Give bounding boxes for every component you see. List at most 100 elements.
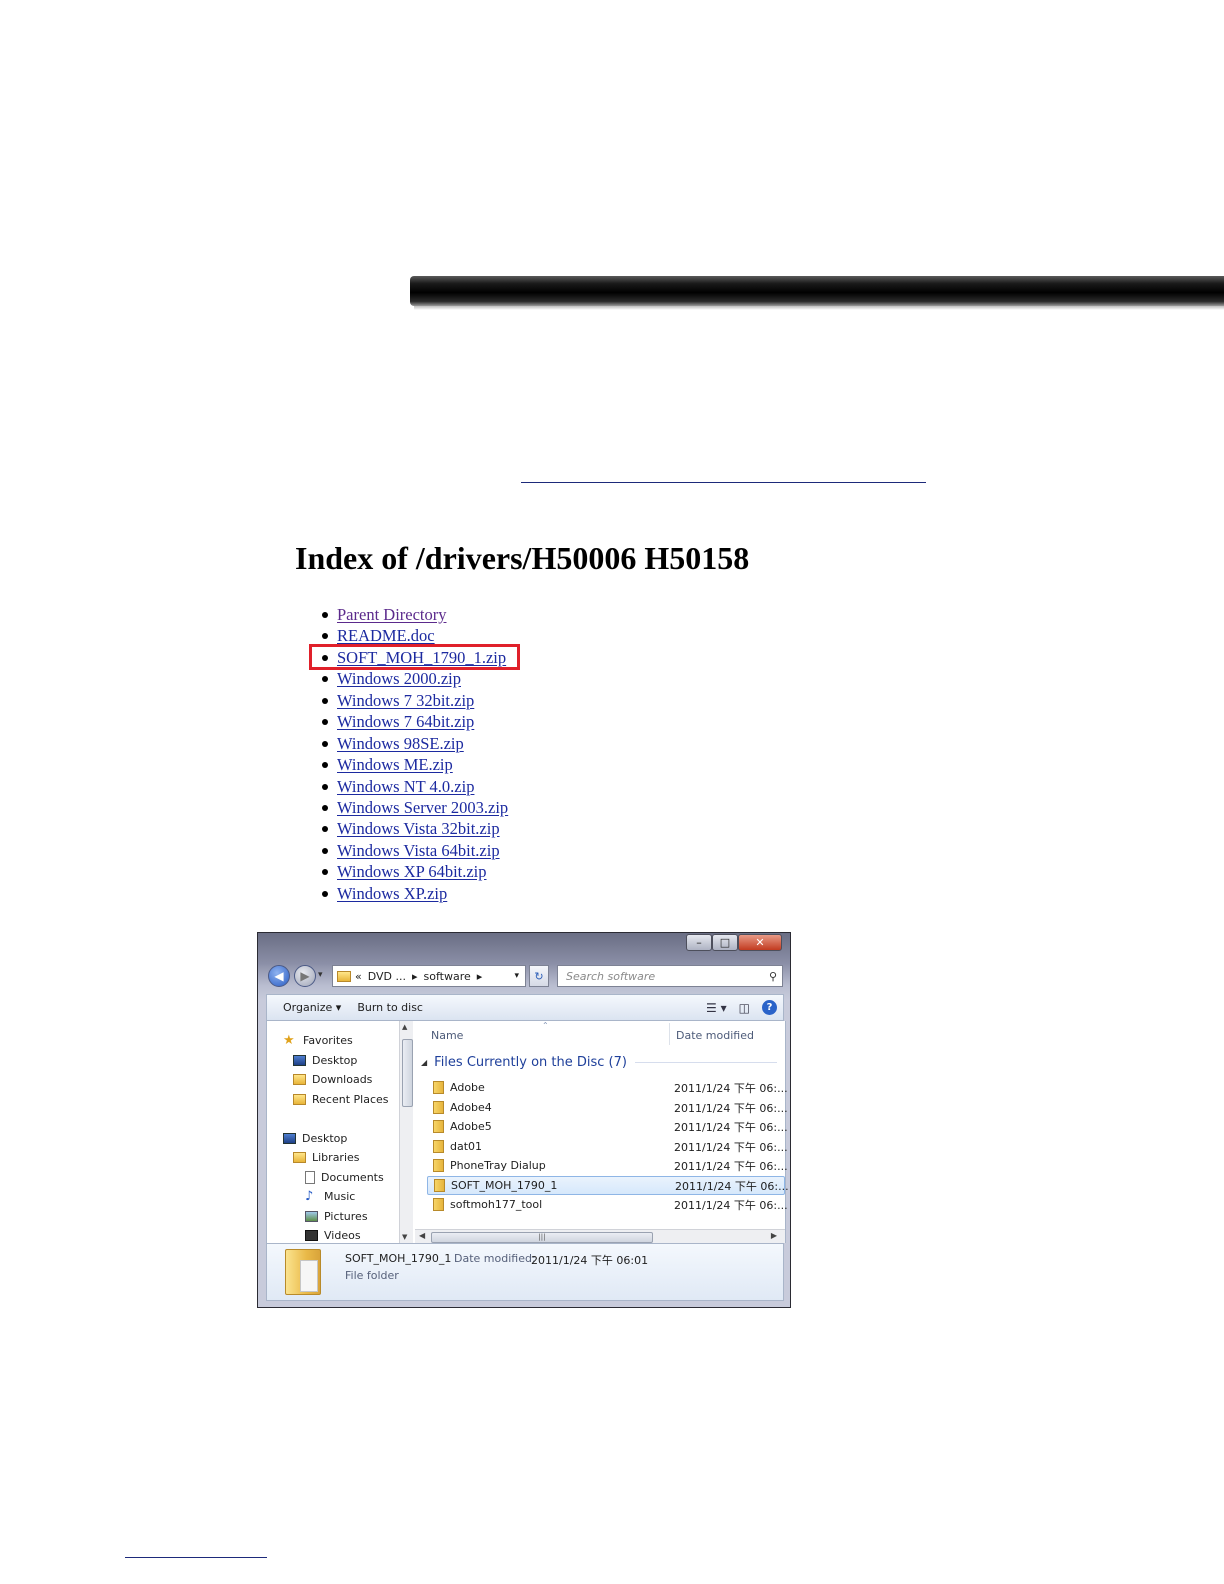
folder-icon	[433, 1101, 444, 1114]
table-row[interactable]: PhoneTray Dialup 2011/1/24 下午 06:...	[427, 1156, 788, 1175]
view-controls: ☰ ▾ ◫ ?	[706, 1000, 783, 1015]
back-button[interactable]: ◀	[268, 965, 290, 987]
details-file-type: File folder	[345, 1269, 399, 1282]
table-row[interactable]: Adobe5 2011/1/24 下午 06:...	[427, 1117, 788, 1136]
nav-label: Downloads	[312, 1073, 373, 1086]
help-icon[interactable]: ?	[762, 1000, 777, 1015]
parent-directory-link[interactable]: Parent Directory	[337, 604, 447, 625]
recent-pages-dropdown[interactable]: ▾	[318, 970, 323, 980]
minimize-button[interactable]: –	[686, 934, 712, 951]
chevron-right-icon[interactable]: ▸	[412, 970, 418, 983]
scroll-left-icon[interactable]: ◀	[419, 1231, 425, 1240]
nav-item-music[interactable]: ♪ Music	[305, 1187, 355, 1206]
column-header-date[interactable]: Date modified	[676, 1029, 754, 1042]
table-row[interactable]: dat01 2011/1/24 下午 06:...	[427, 1137, 788, 1156]
search-icon[interactable]: ⚲	[769, 970, 777, 983]
details-file-name: SOFT_MOH_1790_1	[345, 1252, 452, 1265]
file-link[interactable]: Windows Vista 32bit.zip	[337, 818, 500, 839]
file-date: 2011/1/24 下午 06:...	[674, 1101, 788, 1115]
table-row[interactable]: Adobe 2011/1/24 下午 06:...	[427, 1078, 788, 1097]
downloads-folder-icon	[293, 1074, 306, 1085]
highlight-box	[309, 644, 520, 670]
file-link[interactable]: Windows Vista 64bit.zip	[337, 840, 500, 861]
scroll-right-icon[interactable]: ▶	[771, 1231, 777, 1240]
music-note-icon: ♪	[305, 1189, 314, 1204]
nav-item-favorites[interactable]: ★ Favorites	[283, 1031, 353, 1050]
search-placeholder: Search software	[566, 969, 656, 983]
file-link[interactable]: Windows 98SE.zip	[337, 733, 464, 754]
file-link[interactable]: Windows XP.zip	[337, 883, 447, 904]
nav-item-libraries[interactable]: Libraries	[293, 1148, 360, 1167]
nav-label: Desktop	[302, 1132, 348, 1145]
bullet-icon	[322, 762, 328, 769]
file-name: SOFT_MOH_1790_1	[451, 1179, 558, 1192]
bullet-icon	[322, 740, 328, 747]
column-divider[interactable]	[669, 1023, 670, 1045]
folder-icon	[433, 1081, 444, 1094]
nav-item-documents[interactable]: Documents	[305, 1168, 384, 1187]
view-options-icon[interactable]: ☰ ▾	[706, 1001, 727, 1015]
breadcrumb-software[interactable]: software	[424, 970, 471, 983]
file-link[interactable]: Windows XP 64bit.zip	[337, 861, 487, 882]
nav-item-desktop-favorite[interactable]: Desktop	[293, 1051, 357, 1070]
folder-icon	[433, 1159, 444, 1172]
chevron-down-icon[interactable]: ▾	[514, 971, 519, 981]
breadcrumb-overflow[interactable]: «	[355, 970, 362, 983]
table-row[interactable]: softmoh177_tool 2011/1/24 下午 06:...	[427, 1195, 788, 1214]
folder-icon	[433, 1198, 444, 1211]
file-date: 2011/1/24 下午 06:...	[674, 1198, 788, 1212]
horizontal-scrollbar[interactable]: ◀ ||| ▶	[415, 1229, 785, 1243]
libraries-icon	[293, 1152, 306, 1163]
close-button[interactable]: ✕	[738, 934, 782, 951]
table-row-selected[interactable]: SOFT_MOH_1790_1 2011/1/24 下午 06:...	[427, 1176, 789, 1195]
file-link[interactable]: Windows 7 32bit.zip	[337, 690, 474, 711]
burn-to-disc-button[interactable]: Burn to disc	[357, 1001, 423, 1014]
arrow-right-icon: ▶	[300, 969, 310, 983]
file-name: dat01	[450, 1140, 483, 1153]
documents-icon	[305, 1171, 315, 1184]
nav-label: Recent Places	[312, 1093, 389, 1106]
nav-label: Music	[324, 1190, 356, 1203]
breadcrumb-dvd[interactable]: DVD ...	[368, 970, 406, 983]
file-name: PhoneTray Dialup	[450, 1159, 546, 1172]
preview-pane-icon[interactable]: ◫	[739, 1001, 750, 1015]
nav-item-desktop[interactable]: Desktop	[283, 1129, 347, 1148]
scroll-thumb[interactable]	[402, 1039, 413, 1107]
bullet-icon	[322, 783, 328, 790]
group-header[interactable]: ◢ Files Currently on the Disc (7)	[421, 1055, 777, 1070]
file-date: 2011/1/24 下午 06:...	[674, 1159, 788, 1173]
file-link[interactable]: Windows Server 2003.zip	[337, 797, 508, 818]
folder-icon	[433, 1140, 444, 1153]
organize-button[interactable]: Organize ▾	[283, 1001, 341, 1014]
nav-item-pictures[interactable]: Pictures	[305, 1207, 368, 1226]
maximize-button[interactable]: □	[712, 934, 738, 951]
navigation-scrollbar[interactable]: ▲ ▼	[399, 1021, 413, 1243]
file-name: softmoh177_tool	[450, 1198, 543, 1211]
forward-button[interactable]: ▶	[294, 965, 316, 987]
details-date-value: 2011/1/24 下午 06:01	[531, 1254, 649, 1267]
file-link[interactable]: Windows 2000.zip	[337, 668, 461, 689]
nav-item-downloads[interactable]: Downloads	[293, 1070, 372, 1089]
file-link[interactable]: Windows 7 64bit.zip	[337, 711, 474, 732]
scroll-thumb[interactable]: |||	[431, 1232, 653, 1243]
address-bar[interactable]: « DVD ... ▸ software ▸ ▾	[332, 965, 526, 987]
scroll-up-icon[interactable]: ▲	[402, 1023, 407, 1031]
file-link[interactable]: Windows ME.zip	[337, 754, 453, 775]
navigation-pane: ★ Favorites Desktop Downloads Recent Plac…	[267, 1021, 413, 1243]
file-link[interactable]: Windows NT 4.0.zip	[337, 776, 474, 797]
desktop-icon	[283, 1133, 296, 1144]
refresh-button[interactable]: ↻	[529, 965, 549, 987]
column-header-name[interactable]: Name	[431, 1029, 463, 1042]
nav-label: Documents	[321, 1171, 384, 1184]
table-row[interactable]: Adobe4 2011/1/24 下午 06:...	[427, 1098, 788, 1117]
chevron-right-icon[interactable]: ▸	[477, 970, 483, 983]
file-date: 2011/1/24 下午 06:...	[675, 1179, 789, 1193]
folder-icon	[433, 1120, 444, 1133]
search-input[interactable]: Search software ⚲	[557, 965, 783, 987]
header-black-bar	[410, 276, 1224, 306]
nav-label: Desktop	[312, 1054, 358, 1067]
scroll-down-icon[interactable]: ▼	[402, 1233, 407, 1241]
nav-label: Pictures	[324, 1210, 368, 1223]
nav-label: Videos	[324, 1229, 361, 1242]
nav-item-recent-places[interactable]: Recent Places	[293, 1090, 389, 1109]
